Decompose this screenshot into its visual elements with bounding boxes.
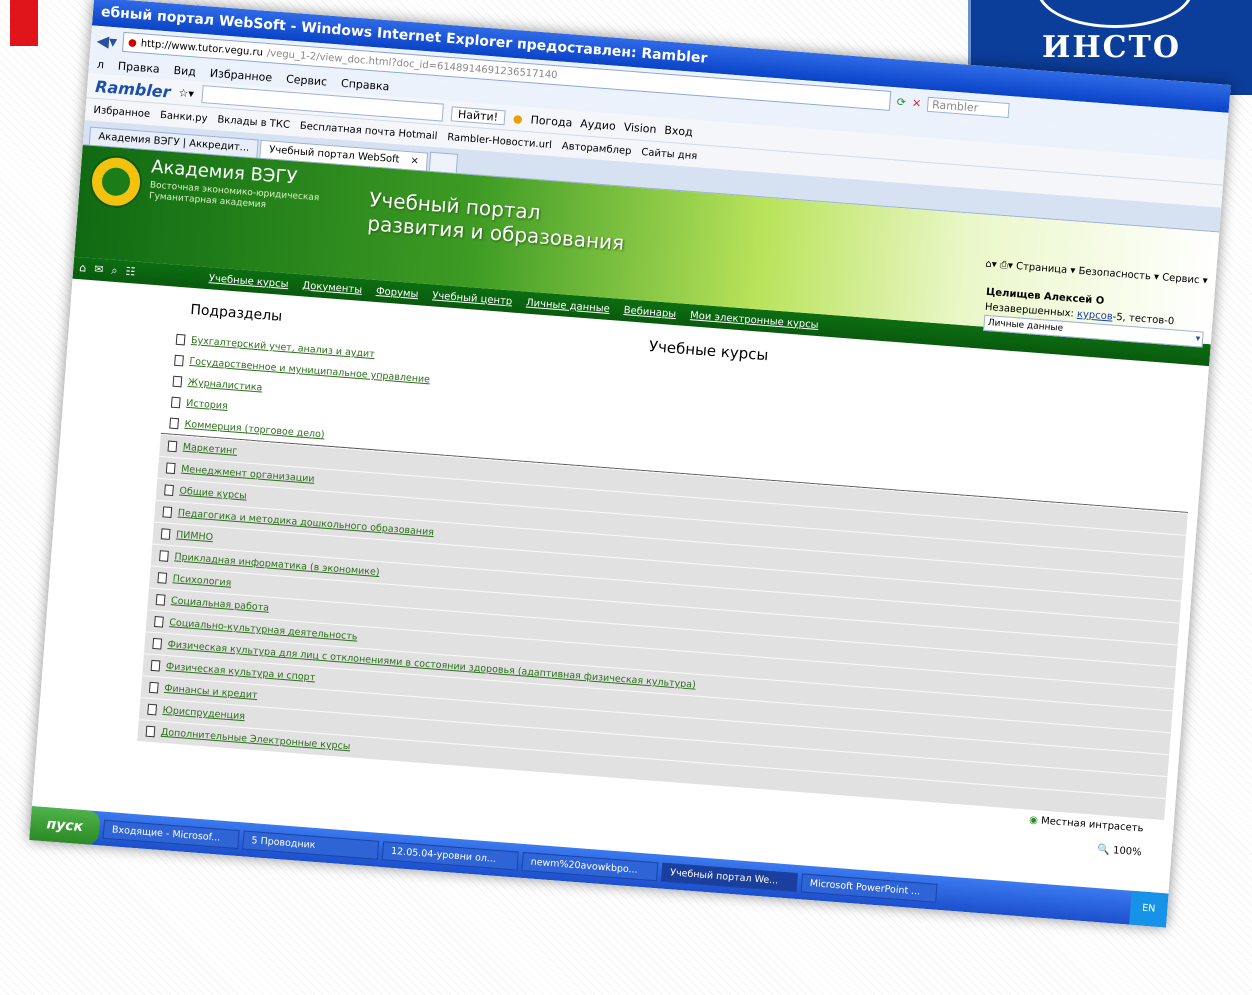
logo-emblem-icon	[1037, 0, 1193, 28]
zone-label: Местная интрасеть	[1040, 815, 1144, 835]
document-icon	[175, 333, 186, 346]
document-icon	[162, 506, 173, 518]
document-icon	[165, 462, 176, 475]
fav-item[interactable]: Вклады в ТКС	[217, 114, 290, 131]
menu-edit[interactable]: Правка	[117, 59, 160, 75]
browser-screenshot: ебный портал WebSoft - Windows Internet …	[29, 0, 1231, 928]
menu-tools[interactable]: Сервис	[286, 72, 328, 88]
zoom-level: 100%	[1112, 845, 1142, 859]
rambler-brand[interactable]: Rambler	[95, 76, 172, 101]
nav-personal-data[interactable]: Личные данные	[526, 297, 610, 314]
favorites-label[interactable]: Избранное	[93, 104, 150, 119]
task-outlook[interactable]: Входящие - Microsof...	[102, 819, 240, 849]
course-list: Бухгалтерский учет, анализ и аудит Госуд…	[137, 328, 1196, 821]
document-icon	[167, 440, 178, 453]
slide-accent-mark	[10, 0, 38, 46]
menu-file[interactable]: л	[97, 57, 105, 71]
login-button[interactable]: Вход	[664, 123, 693, 138]
status-panel: ◉ Местная интрасеть 🔍 100%	[1026, 809, 1144, 866]
document-icon	[150, 659, 161, 672]
search-icon[interactable]: ⌕	[111, 264, 118, 278]
nav-webinars[interactable]: Вебинары	[623, 305, 676, 320]
logo-text: ИНСТО	[1041, 30, 1182, 65]
portal-title: Учебный портал развития и образования	[367, 187, 627, 255]
fav-item[interactable]: Rambler-Новости.url	[447, 132, 552, 151]
weather-button[interactable]: Погода	[530, 113, 573, 129]
document-icon	[174, 354, 184, 367]
document-icon	[160, 528, 171, 540]
system-tray: EN	[1128, 890, 1169, 928]
fav-item[interactable]: Сайты дня	[641, 146, 698, 161]
document-icon	[145, 725, 156, 738]
academy-subtitle: Восточная экономико-юридическая Гуманита…	[148, 180, 320, 211]
home-icon[interactable]: ⌂▾	[985, 259, 997, 271]
task-pdf-1[interactable]: 12.05.04-уровни ол...	[381, 840, 519, 871]
document-icon	[148, 681, 159, 694]
course-link[interactable]: Психология	[172, 568, 232, 593]
search-input[interactable]: Rambler	[926, 96, 1010, 118]
back-forward-icon[interactable]: ◀▾	[96, 30, 118, 51]
nav-training-center[interactable]: Учебный центр	[432, 290, 513, 307]
course-link[interactable]: ПИМНО	[175, 524, 214, 548]
menu-favorites[interactable]: Избранное	[209, 66, 272, 84]
vision-button[interactable]: Vision	[623, 120, 657, 135]
site-favicon-icon: ●	[127, 36, 138, 49]
fav-item[interactable]: Банки.ру	[160, 109, 208, 124]
task-pdf-2[interactable]: newm%20avowkbpo...	[520, 851, 659, 881]
nav-forums[interactable]: Форумы	[376, 286, 419, 300]
course-link[interactable]: Маркетинг	[182, 437, 238, 462]
ie-command-bar: ⌂▾ ⎙▾ Страница ▾ Безопасность ▾ Сервис ▾	[984, 258, 1209, 287]
stop-icon[interactable]: ✕	[912, 96, 922, 110]
document-icon	[157, 572, 168, 584]
menu-help[interactable]: Справка	[341, 76, 390, 93]
courses-link[interactable]: курсов	[1077, 309, 1114, 323]
task-ie-portal[interactable]: Учебный портал We...	[660, 862, 798, 892]
star-icon[interactable]: ☆▾	[178, 86, 194, 100]
close-tab-icon[interactable]: ×	[410, 155, 419, 167]
new-tab-button[interactable]	[429, 151, 459, 173]
nav-courses[interactable]: Учебные курсы	[208, 273, 288, 290]
document-icon	[152, 637, 163, 650]
weather-icon: ●	[512, 111, 524, 126]
url-host: http://www.tutor.vegu.ru	[140, 37, 264, 59]
document-icon	[147, 703, 158, 716]
find-button[interactable]: Найти!	[450, 105, 506, 125]
fav-item[interactable]: Авторамблер	[561, 140, 631, 156]
page-menu[interactable]: Страница	[1016, 261, 1068, 276]
document-icon	[169, 417, 180, 430]
nav-documents[interactable]: Документы	[302, 280, 363, 296]
home-nav-icon[interactable]: ⌂	[79, 261, 87, 275]
audio-button[interactable]: Аудио	[580, 117, 616, 133]
start-button[interactable]: пуск	[29, 806, 101, 846]
intranet-icon: ◉	[1028, 814, 1039, 827]
page-title: Учебные курсы	[648, 337, 770, 365]
safety-menu[interactable]: Безопасность	[1078, 266, 1151, 283]
mail-icon[interactable]: ✉	[94, 262, 104, 277]
task-explorer[interactable]: 5 Проводник	[241, 829, 379, 860]
menu-view[interactable]: Вид	[173, 63, 196, 78]
tools-menu[interactable]: Сервис	[1162, 272, 1200, 286]
refresh-icon[interactable]: ⟳	[896, 95, 906, 109]
document-icon	[153, 615, 164, 628]
print-icon[interactable]: ⎙▾	[999, 260, 1013, 272]
taskbar: пуск Входящие - Microsof... 5 Проводник …	[29, 806, 1169, 928]
document-icon	[159, 550, 169, 562]
document-icon	[155, 594, 166, 606]
document-icon	[172, 375, 183, 388]
sections-header: Подразделы	[189, 301, 283, 325]
document-icon	[164, 484, 174, 497]
language-indicator[interactable]: EN	[1142, 903, 1156, 915]
sitemap-icon[interactable]: ☷	[125, 265, 136, 280]
academy-emblem-icon	[88, 153, 144, 210]
task-powerpoint[interactable]: Microsoft PowerPoint ...	[800, 872, 938, 903]
document-icon	[170, 396, 181, 409]
